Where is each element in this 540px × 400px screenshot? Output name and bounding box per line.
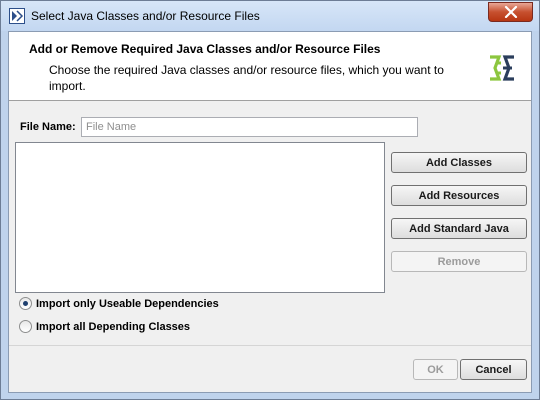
- file-name-input[interactable]: [81, 117, 418, 137]
- dialog-window: Select Java Classes and/or Resource File…: [0, 0, 540, 400]
- cancel-button[interactable]: Cancel: [460, 359, 527, 380]
- header-title: Add or Remove Required Java Classes and/…: [29, 42, 381, 56]
- footer-separator: [9, 345, 531, 346]
- import-useable-option[interactable]: Import only Useable Dependencies: [19, 297, 219, 310]
- close-icon: [504, 6, 517, 18]
- header-description: Choose the required Java classes and/or …: [49, 63, 444, 93]
- header-panel: Add or Remove Required Java Classes and/…: [9, 32, 531, 101]
- import-all-label: Import all Depending Classes: [36, 320, 191, 333]
- selected-files-list[interactable]: [15, 142, 385, 293]
- close-button[interactable]: [488, 2, 533, 22]
- radio-dot: [23, 301, 28, 306]
- import-all-option[interactable]: Import all Depending Classes: [19, 320, 190, 333]
- magicdraw-app-icon: [9, 8, 25, 24]
- radio-unselected[interactable]: [19, 320, 32, 333]
- remove-button[interactable]: Remove: [391, 251, 527, 272]
- java-import-logo-icon: [490, 55, 514, 81]
- ok-button[interactable]: OK: [413, 359, 458, 380]
- title-bar[interactable]: Select Java Classes and/or Resource File…: [1, 1, 539, 31]
- window-title: Select Java Classes and/or Resource File…: [31, 9, 260, 23]
- file-name-label: File Name:: [20, 121, 76, 133]
- radio-selected[interactable]: [19, 297, 32, 310]
- import-useable-label: Import only Useable Dependencies: [36, 297, 219, 310]
- add-standard-java-button[interactable]: Add Standard Java: [391, 218, 527, 239]
- add-classes-button[interactable]: Add Classes: [391, 152, 527, 173]
- dialog-client: Add or Remove Required Java Classes and/…: [8, 31, 532, 393]
- add-resources-button[interactable]: Add Resources: [391, 185, 527, 206]
